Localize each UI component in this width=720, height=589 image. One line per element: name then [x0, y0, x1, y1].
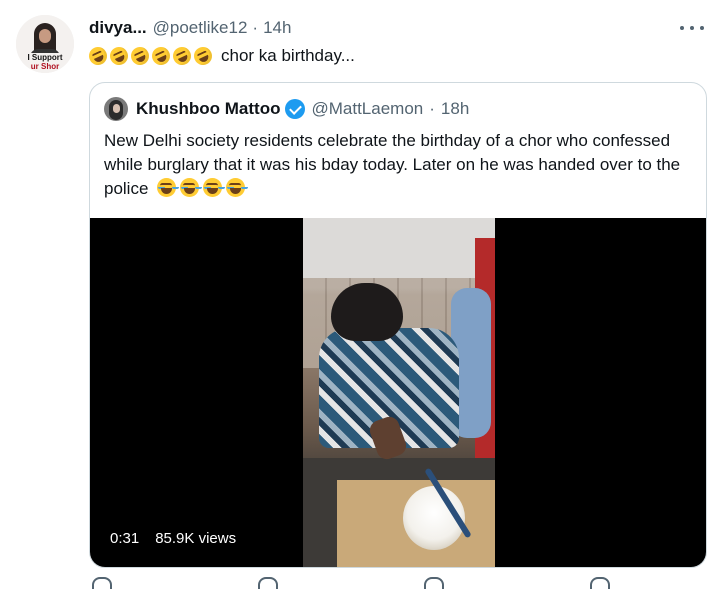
rolling-on-floor-laughing-emoji — [86, 44, 110, 68]
video-wall — [303, 218, 495, 278]
rolling-on-floor-laughing-emoji — [191, 44, 215, 68]
quoted-user-avatar — [104, 97, 128, 121]
video-duration: 0:31 — [110, 529, 140, 547]
rolling-on-floor-laughing-emoji — [107, 44, 131, 68]
quoted-user-handle: @MattLaemon — [311, 99, 424, 118]
display-name[interactable]: divya... — [89, 18, 147, 38]
more-options-icon[interactable] — [680, 20, 704, 36]
rolling-on-floor-laughing-emoji — [149, 44, 173, 68]
like-icon[interactable] — [424, 577, 444, 589]
quoted-tweet-card[interactable]: Khushboo Mattoo @MattLaemon · 18h New De… — [89, 82, 707, 568]
avatar-text-line1: I Support — [16, 53, 74, 62]
action-bar — [92, 577, 612, 589]
tweet-timestamp[interactable]: 14h — [263, 18, 291, 38]
face-with-tears-of-joy-emoji — [180, 178, 200, 197]
emoji-row — [86, 44, 215, 68]
quoted-avatar-face — [113, 104, 120, 113]
rolling-on-floor-laughing-emoji — [128, 44, 152, 68]
quoted-tweet-text: New Delhi society residents celebrate th… — [104, 129, 694, 201]
video-views: 85.9K views — [155, 529, 237, 547]
tweet-header: divya... @poetlike12 · 14h — [89, 17, 291, 39]
avatar-text-line2: ur Shor — [16, 62, 74, 71]
reply-icon[interactable] — [92, 577, 112, 589]
video-frame — [303, 218, 495, 567]
user-handle[interactable]: @poetlike12 — [153, 18, 248, 38]
video-boy-head — [331, 283, 403, 341]
face-with-tears-of-joy-emoji — [203, 178, 223, 197]
share-icon[interactable] — [590, 577, 610, 589]
quoted-tweet-timestamp: 18h — [440, 99, 470, 118]
more-dot — [690, 26, 694, 30]
more-dot — [700, 26, 704, 30]
quoted-tweet-header: Khushboo Mattoo @MattLaemon · 18h — [104, 97, 469, 121]
rolling-on-floor-laughing-emoji — [170, 44, 194, 68]
tweet-body: chor ka birthday... — [221, 46, 355, 65]
face-with-tears-of-joy-emoji — [226, 178, 246, 197]
tweet-text: chor ka birthday... — [86, 44, 355, 68]
video-overlay: 0:31 85.9K views — [110, 527, 236, 549]
separator-dot: · — [252, 18, 259, 37]
separator-dot: · — [429, 99, 435, 118]
avatar-face — [39, 29, 51, 43]
quoted-display-name: Khushboo Mattoo — [136, 99, 281, 118]
more-dot — [680, 26, 684, 30]
retweet-icon[interactable] — [258, 577, 278, 589]
face-with-tears-of-joy-emoji — [157, 178, 177, 197]
user-avatar[interactable]: I Support ur Shor — [16, 15, 74, 73]
verified-badge-icon — [285, 99, 306, 119]
video-player[interactable] — [90, 218, 706, 567]
